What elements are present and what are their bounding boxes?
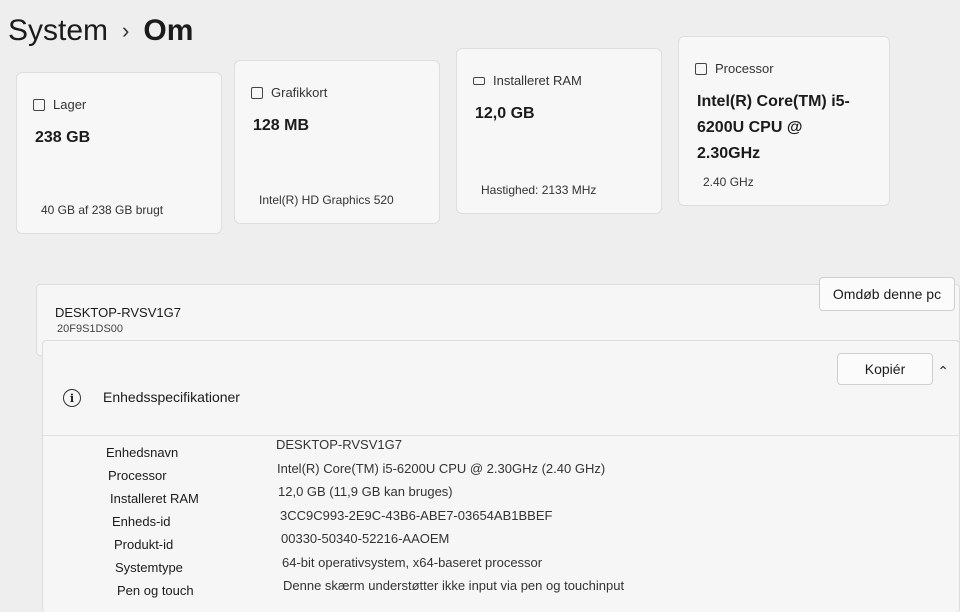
specs-title: Enhedsspecifikationer [103, 389, 240, 405]
page-title: Om [143, 14, 194, 47]
spec-key: Installeret RAM [110, 491, 199, 506]
card-label: Processor [715, 61, 774, 76]
spec-key: Systemtype [115, 560, 183, 575]
divider [43, 435, 959, 436]
spec-key: Enheds-id [112, 514, 171, 529]
spec-row: Enheds-id 3CC9C993-2E9C-43B6-ABE7-03654A… [43, 508, 959, 537]
card-processor[interactable]: Processor Intel(R) Core(TM) i5-6200U CPU… [678, 36, 890, 206]
specs-list: Enhedsnavn DESKTOP-RVSV1G7 Processor Int… [43, 437, 959, 606]
card-sub: Intel(R) HD Graphics 520 [259, 193, 394, 207]
device-name: DESKTOP-RVSV1G7 [55, 305, 181, 320]
card-value: 12,0 GB [475, 105, 535, 122]
card-sub: 2.40 GHz [703, 175, 754, 189]
device-specs-panel: i Enhedsspecifikationer Kopiér ⌃ Enhedsn… [42, 340, 960, 612]
ram-icon [473, 76, 485, 85]
breadcrumb-system[interactable]: System [8, 14, 108, 48]
spec-row: Pen og touch Denne skærm understøtter ik… [43, 578, 959, 606]
info-icon: i [63, 389, 81, 407]
card-value: Intel(R) Core(TM) i5-6200U CPU @ 2.30GHz [697, 93, 850, 162]
spec-key: Enhedsnavn [106, 445, 179, 460]
spec-row: Processor Intel(R) Core(TM) i5-6200U CPU… [43, 461, 959, 491]
card-label: Installeret RAM [493, 73, 582, 88]
spec-value: 00330-50340-52216-AAOEM [281, 531, 450, 546]
spec-value: 3CC9C993-2E9C-43B6-ABE7-03654AB1BBEF [280, 508, 553, 523]
card-storage[interactable]: Lager 238 GB 40 GB af 238 GB brugt [16, 72, 222, 234]
spec-value: 64-bit operativsystem, x64-baseret proce… [282, 555, 543, 570]
card-label: Grafikkort [271, 85, 328, 100]
device-model: 20F9S1DS00 [57, 323, 124, 335]
breadcrumb: System › Om [8, 14, 193, 48]
card-label: Lager [53, 97, 87, 112]
spec-value: Denne skærm understøtter ikke input via … [283, 578, 625, 593]
storage-icon [33, 98, 45, 111]
spec-key: Produkt-id [114, 537, 174, 552]
card-ram[interactable]: Installeret RAM 12,0 GB Hastighed: 2133 … [456, 48, 662, 214]
cpu-icon [695, 62, 707, 75]
card-sub: Hastighed: 2133 MHz [481, 183, 597, 197]
rename-pc-button[interactable]: Omdøb denne pc [819, 277, 955, 311]
spec-value: 12,0 GB (11,9 GB kan bruges) [278, 484, 453, 499]
chevron-right-icon: › [122, 18, 130, 43]
copy-button[interactable]: Kopiér [837, 353, 933, 385]
spec-value: DESKTOP-RVSV1G7 [276, 437, 402, 452]
spec-value: Intel(R) Core(TM) i5-6200U CPU @ 2.30GHz… [277, 461, 606, 476]
card-sub: 40 GB af 238 GB brugt [41, 203, 164, 217]
card-value: 238 GB [35, 129, 91, 146]
spec-key: Processor [108, 468, 167, 483]
spec-key: Pen og touch [117, 583, 194, 598]
gpu-icon [251, 86, 263, 99]
card-value: 128 MB [253, 117, 310, 134]
chevron-up-icon[interactable]: ⌃ [937, 363, 949, 380]
card-gpu[interactable]: Grafikkort 128 MB Intel(R) HD Graphics 5… [234, 60, 440, 224]
